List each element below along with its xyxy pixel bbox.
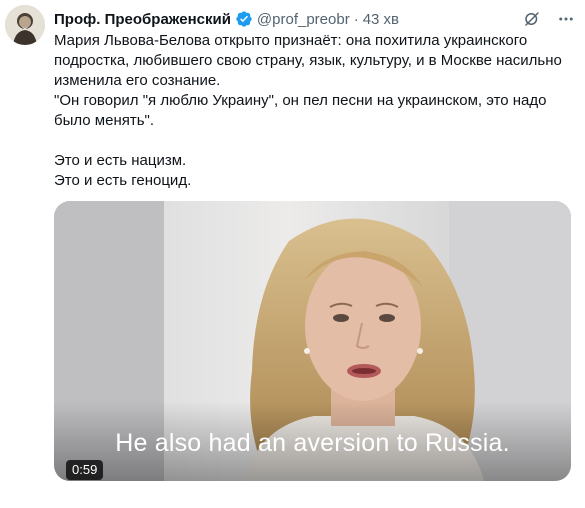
tweet-header: Проф. Преображенский @prof_preobr · 43 х…	[54, 9, 573, 29]
avatar-image	[5, 5, 45, 45]
grok-icon[interactable]	[521, 8, 543, 30]
header-actions	[521, 8, 577, 30]
author-handle[interactable]: @prof_preobr	[257, 11, 350, 28]
more-icon[interactable]	[555, 8, 577, 30]
tweet-text-line: Это и есть геноцид.	[54, 172, 192, 189]
tweet-text-line: "Он говорил "я люблю Украину", он пел пе…	[54, 92, 547, 129]
video-player[interactable]: He also had an aversion to Russia.	[54, 201, 571, 481]
verified-badge-icon	[235, 10, 253, 28]
avatar[interactable]	[5, 5, 45, 45]
video-duration: 0:59	[66, 460, 104, 480]
author-name[interactable]: Проф. Преображенский	[54, 11, 231, 28]
video-subtitle: He also had an aversion to Russia.	[115, 429, 510, 457]
separator-dot: ·	[353, 10, 359, 28]
tweet: Проф. Преображенский @prof_preobr · 43 х…	[0, 0, 585, 508]
tweet-time[interactable]: 43 хв	[363, 11, 399, 28]
tweet-text: Мария Львова-Белова открыто признаёт: он…	[54, 31, 574, 191]
tweet-text-line: Мария Львова-Белова открыто признаёт: он…	[54, 32, 562, 89]
tweet-text-line: Это и есть нацизм.	[54, 152, 187, 169]
